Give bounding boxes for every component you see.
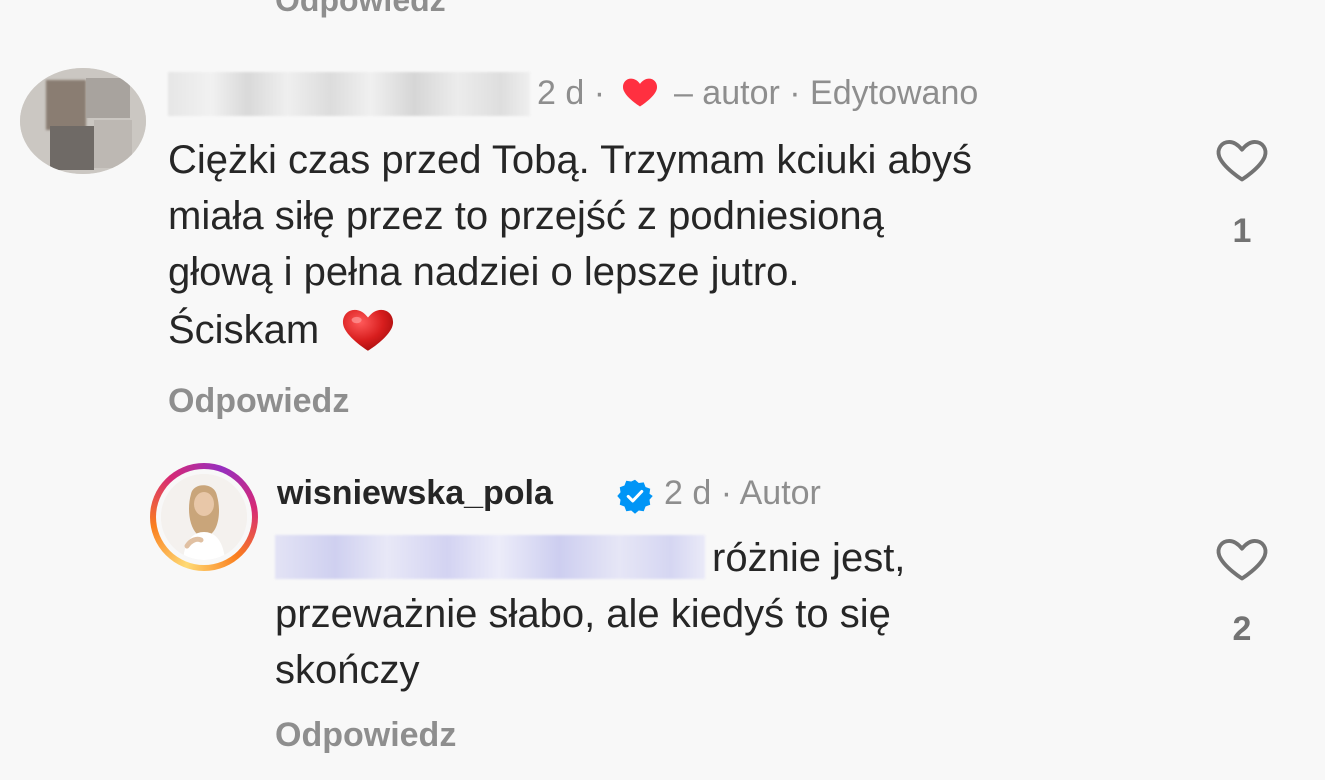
comment-text-line: głową i pełna nadziei o lepsze jutro. <box>168 250 800 294</box>
reply-text: przeważnie słabo, ale kiedyś to się skoń… <box>275 586 891 698</box>
verified-badge-icon <box>617 478 653 514</box>
author-avatar-story-ring[interactable] <box>150 463 258 571</box>
reply-button[interactable]: Odpowiedz <box>275 716 456 755</box>
comment-time: 2 d <box>537 74 585 112</box>
sign-off-text: Ściskam <box>168 308 320 352</box>
reply-text-line: skończy <box>275 648 420 692</box>
like-count: 1 <box>1232 212 1252 250</box>
author-avatar <box>161 474 247 560</box>
reply-time: 2 d <box>664 474 712 512</box>
meta-separator: · <box>593 74 606 112</box>
commenter-avatar[interactable] <box>20 68 146 174</box>
reply-text-first: różnie jest, <box>712 536 906 580</box>
comment-text: Ciężki czas przed Tobą. Trzymam kciuki a… <box>168 132 1168 300</box>
like-heart-icon[interactable] <box>1214 134 1270 184</box>
red-heart-emoji <box>340 303 396 363</box>
mention-redacted[interactable] <box>275 535 705 579</box>
commenter-username-redacted[interactable] <box>168 72 530 116</box>
reply-button-previous[interactable]: Odpowiedz <box>275 0 446 19</box>
reply-text-line: przeważnie słabo, ale kiedyś to się <box>275 592 891 636</box>
liked-by-author-label: – autor <box>673 74 780 112</box>
reply-meta: 2 d · Autor <box>664 474 821 513</box>
like-count: 2 <box>1232 610 1252 648</box>
edited-label: · Edytowano <box>789 74 979 112</box>
comment-text-line: miała siłę przez to przejść z podniesion… <box>168 194 884 238</box>
comment-sign-off: Ściskam <box>168 303 396 363</box>
comment-meta: 2 d · – autor · Edytowano <box>537 74 978 117</box>
like-heart-icon[interactable] <box>1214 533 1270 583</box>
comment-text-line: Ciężki czas przed Tobą. Trzymam kciuki a… <box>168 138 972 182</box>
author-role-label: · Autor <box>720 474 821 512</box>
author-liked-heart-icon <box>621 74 659 117</box>
author-username[interactable]: wisniewska_pola <box>277 474 553 513</box>
reply-button[interactable]: Odpowiedz <box>168 382 349 421</box>
